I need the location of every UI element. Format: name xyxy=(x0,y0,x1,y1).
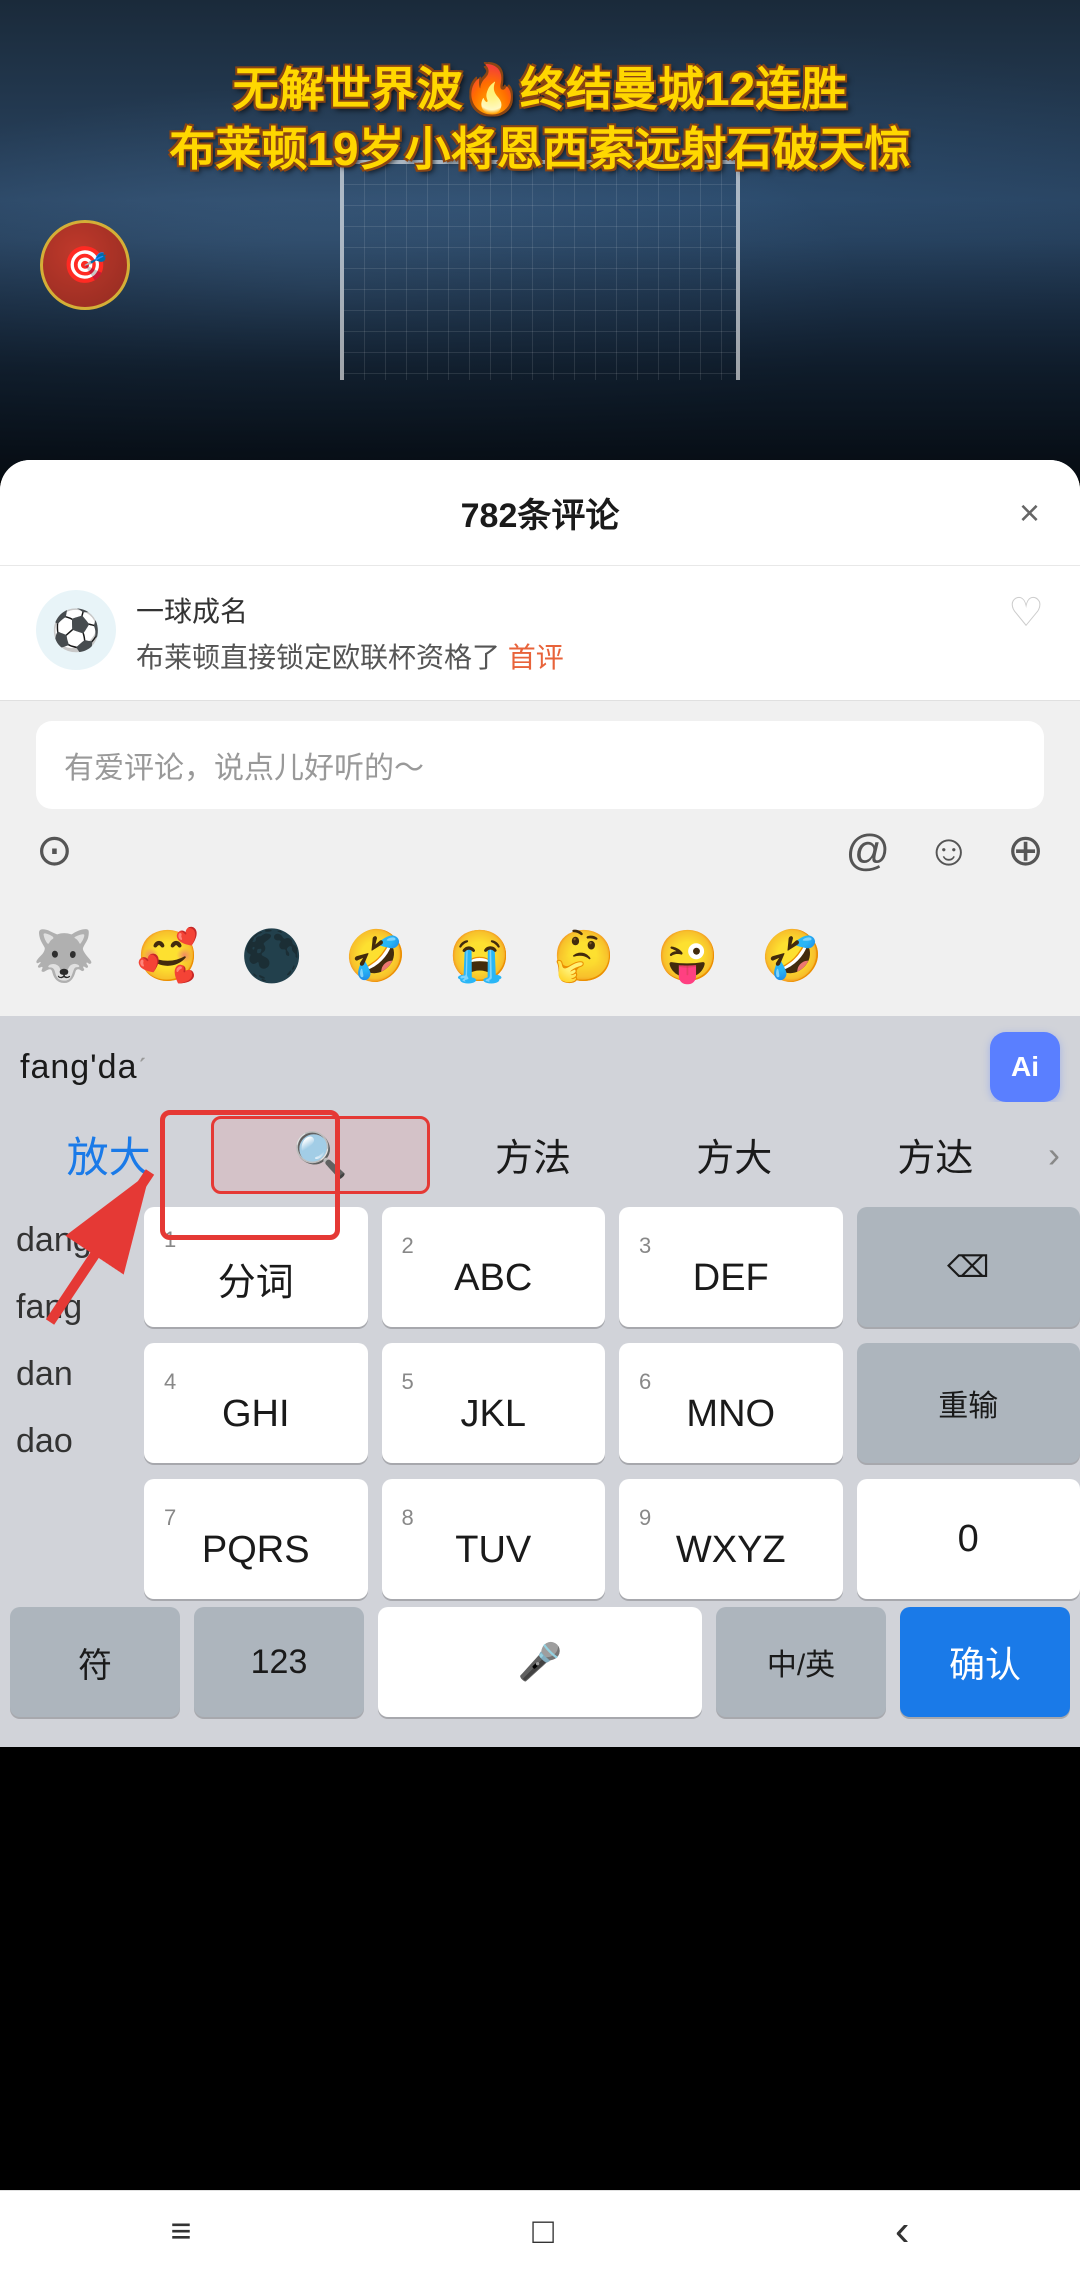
key-zero[interactable]: 0 xyxy=(857,1479,1080,1599)
nav-home-icon[interactable]: □ xyxy=(532,2210,554,2252)
username: 一球成名 xyxy=(136,590,988,630)
toolbar-left: ⊙ xyxy=(36,825,73,876)
key-reenter[interactable]: 重输 xyxy=(857,1343,1080,1463)
comment-content: 一球成名 布莱顿直接锁定欧联杯资格了 首评 xyxy=(136,590,988,676)
comment-item: ⚽ 一球成名 布莱顿直接锁定欧联杯资格了 首评 ♡ xyxy=(0,566,1080,700)
emoji-grin[interactable]: 🤣 xyxy=(332,912,420,1000)
number-keys-grid: 1 分词 2 ABC 3 DEF ⌫ xyxy=(144,1207,1080,1599)
input-area: 有爱评论，说点儿好听的～ ⊙ @ ☺ ⊕ xyxy=(0,700,1080,896)
pinyin-input-display: fang'daˊ xyxy=(20,1048,990,1087)
key-row-3: 7 PQRS 8 TUV 9 WXYZ 0 xyxy=(144,1479,1080,1599)
nav-menu-icon[interactable]: ≡ xyxy=(170,2210,191,2252)
key-confirm[interactable]: 确认 xyxy=(900,1607,1070,1717)
comment-count: 782条评论 xyxy=(461,488,620,537)
key-row-2: 4 GHI 5 JKL 6 MNO 重输 xyxy=(144,1343,1080,1463)
key-def[interactable]: 3 DEF xyxy=(619,1207,843,1327)
suggestion-fangda2[interactable]: 方大 xyxy=(636,1113,833,1196)
emoji-cry[interactable]: 😭 xyxy=(436,912,524,1000)
more-suggestions-arrow[interactable]: › xyxy=(1038,1134,1070,1176)
heart-icon: ♡ xyxy=(1008,590,1044,636)
key-ghi[interactable]: 4 GHI xyxy=(144,1343,368,1463)
emoji-think[interactable]: 🤔 xyxy=(540,912,628,1000)
comment-text: 布莱顿直接锁定欧联杯资格了 首评 xyxy=(136,636,988,676)
video-section: 无解世界波🔥终结曼城12连胜 布莱顿19岁小将恩西索远射石破天惊 🎯 xyxy=(0,0,1080,480)
emoji-row: 🐺 🥰 🌑 🤣 😭 🤔 😜 🤣 xyxy=(0,896,1080,1016)
key-jkl[interactable]: 5 JKL xyxy=(382,1343,606,1463)
candidate-dan[interactable]: dan xyxy=(0,1341,130,1408)
suggestion-fangfa[interactable]: 方法 xyxy=(434,1113,631,1196)
video-title: 无解世界波🔥终结曼城12连胜 布莱顿19岁小将恩西索远射石破天惊 xyxy=(54,60,1026,180)
suggestion-fangda[interactable]: 放大 xyxy=(10,1110,207,1199)
microphone-icon: 🎤 xyxy=(518,1641,563,1683)
keyboard-area: fang'daˊ Ai 放大 🔍 方法 方大 方达 › xyxy=(0,1016,1080,1747)
user-avatar: ⚽ xyxy=(36,590,116,670)
key-pqrs[interactable]: 7 PQRS xyxy=(144,1479,368,1599)
keyboard-bottom-row: 符 123 🎤 中/英 确认 xyxy=(0,1599,1080,1727)
comment-header: 782条评论 × xyxy=(0,460,1080,566)
emoji-button-icon[interactable]: ☺ xyxy=(926,826,971,876)
comment-input[interactable]: 有爱评论，说点儿好听的～ xyxy=(36,721,1044,809)
candidate-fang[interactable]: fang xyxy=(0,1274,130,1341)
key-row-1: 1 分词 2 ABC 3 DEF ⌫ xyxy=(144,1207,1080,1327)
key-lang[interactable]: 中/英 xyxy=(716,1607,886,1717)
suggestions-container: 放大 🔍 方法 方大 方达 › xyxy=(0,1102,1080,1207)
goal-net xyxy=(340,160,740,380)
key-tuv[interactable]: 8 TUV xyxy=(382,1479,606,1599)
key-wxyz[interactable]: 9 WXYZ xyxy=(619,1479,843,1599)
key-symbol[interactable]: 符 xyxy=(10,1607,180,1717)
candidate-dao[interactable]: dao xyxy=(0,1408,130,1475)
ai-icon[interactable]: Ai xyxy=(990,1032,1060,1102)
comment-panel: 782条评论 × ⚽ 一球成名 布莱顿直接锁定欧联杯资格了 首评 ♡ 有爱评论，… xyxy=(0,460,1080,1747)
key-space[interactable]: 🎤 xyxy=(378,1607,702,1717)
navigation-bar: ≡ □ ‹ xyxy=(0,2190,1080,2270)
avatar[interactable]: 🎯 xyxy=(40,220,130,310)
suggestions-row: 放大 🔍 方法 方大 方达 › xyxy=(0,1102,1080,1207)
suggestion-fangda3[interactable]: 方达 xyxy=(837,1113,1034,1196)
emoji-laugh[interactable]: 🤣 xyxy=(748,912,836,1000)
emoji-moon[interactable]: 🌑 xyxy=(228,912,316,1000)
suggestion-search[interactable]: 🔍 xyxy=(211,1116,430,1194)
pinyin-candidates: dang fang dan dao xyxy=(0,1207,130,1599)
close-button[interactable]: × xyxy=(1019,492,1040,534)
key-delete[interactable]: ⌫ xyxy=(857,1207,1080,1327)
camera-icon[interactable]: ⊙ xyxy=(36,825,73,876)
at-icon[interactable]: @ xyxy=(846,826,891,876)
key-fenci[interactable]: 1 分词 xyxy=(144,1207,368,1327)
emoji-wolf[interactable]: 🐺 xyxy=(20,912,108,1000)
emoji-love[interactable]: 🥰 xyxy=(124,912,212,1000)
like-button[interactable]: ♡ xyxy=(1008,590,1044,636)
input-toolbar: ⊙ @ ☺ ⊕ xyxy=(36,825,1044,876)
key-123[interactable]: 123 xyxy=(194,1607,364,1717)
keyboard-main: dang fang dan dao 1 分词 2 ABC xyxy=(0,1207,1080,1599)
key-abc[interactable]: 2 ABC xyxy=(382,1207,606,1327)
emoji-tongue[interactable]: 😜 xyxy=(644,912,732,1000)
pinyin-display-row: fang'daˊ Ai xyxy=(0,1016,1080,1102)
nav-back-icon[interactable]: ‹ xyxy=(895,2206,910,2256)
toolbar-right: @ ☺ ⊕ xyxy=(846,825,1044,876)
key-mno[interactable]: 6 MNO xyxy=(619,1343,843,1463)
candidate-dang[interactable]: dang xyxy=(0,1207,130,1274)
plus-icon[interactable]: ⊕ xyxy=(1007,825,1044,876)
